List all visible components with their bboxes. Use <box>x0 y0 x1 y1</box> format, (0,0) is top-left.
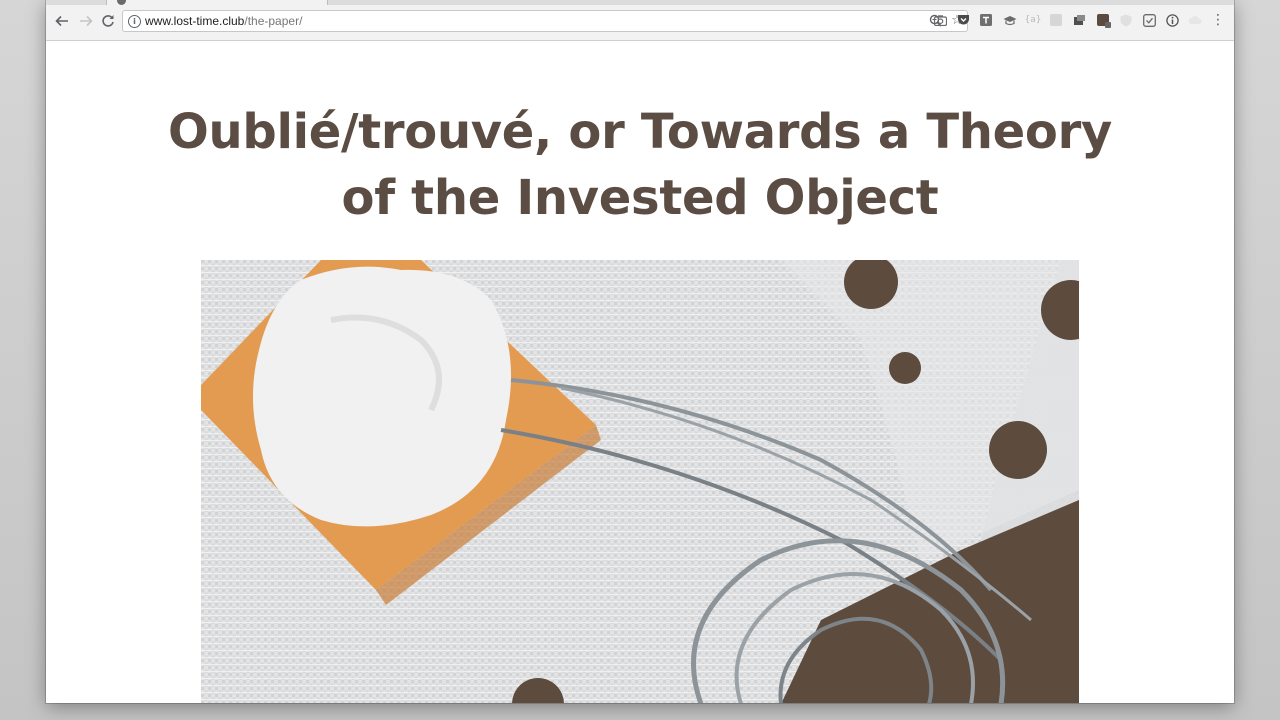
url-host: www.lost-time.club <box>145 14 245 28</box>
page-content: Oublié/trouvé, or Towards a Theory of th… <box>46 41 1234 703</box>
box-icon[interactable] <box>1096 13 1111 28</box>
reload-button[interactable] <box>99 12 117 30</box>
active-tab[interactable] <box>106 0 328 5</box>
browser-window: i www.lost-time.club/the-paper/ ☆ {a} ⋮ … <box>46 0 1234 703</box>
text-icon[interactable] <box>979 13 993 27</box>
article-title: Oublié/trouvé, or Towards a Theory of th… <box>168 104 1112 226</box>
polka-dot <box>989 421 1047 479</box>
reload-icon <box>102 15 114 27</box>
puzzle-icon[interactable] <box>1049 13 1063 27</box>
address-url[interactable]: www.lost-time.club/the-paper/ <box>145 14 302 28</box>
polka-dot <box>889 352 921 384</box>
graduation-cap-icon[interactable] <box>1003 13 1017 27</box>
white-putty-blob <box>252 266 511 527</box>
frame-icon[interactable] <box>1142 13 1156 27</box>
shield-icon[interactable] <box>1119 13 1133 27</box>
address-bar[interactable]: i www.lost-time.club/the-paper/ ☆ <box>122 10 968 32</box>
stamp-icon[interactable] <box>1072 13 1086 27</box>
info-icon[interactable] <box>1165 13 1179 27</box>
arrow-left-icon <box>55 15 68 27</box>
camera-icon[interactable] <box>933 13 947 27</box>
forward-button[interactable] <box>77 12 95 30</box>
hero-image <box>201 260 1079 703</box>
browser-toolbar: i www.lost-time.club/the-paper/ ☆ {a} ⋮ <box>46 0 1234 41</box>
site-info-icon[interactable]: i <box>128 15 141 28</box>
tab-favicon-icon <box>117 0 126 5</box>
cloud-icon[interactable] <box>1188 13 1202 27</box>
bracket-icon[interactable]: {a} <box>1025 13 1042 27</box>
pocket-icon[interactable] <box>956 13 970 27</box>
back-button[interactable] <box>53 12 71 30</box>
url-path: /the-paper/ <box>244 14 303 28</box>
menu-icon[interactable]: ⋮ <box>1211 12 1225 28</box>
arrow-right-icon <box>80 15 93 27</box>
